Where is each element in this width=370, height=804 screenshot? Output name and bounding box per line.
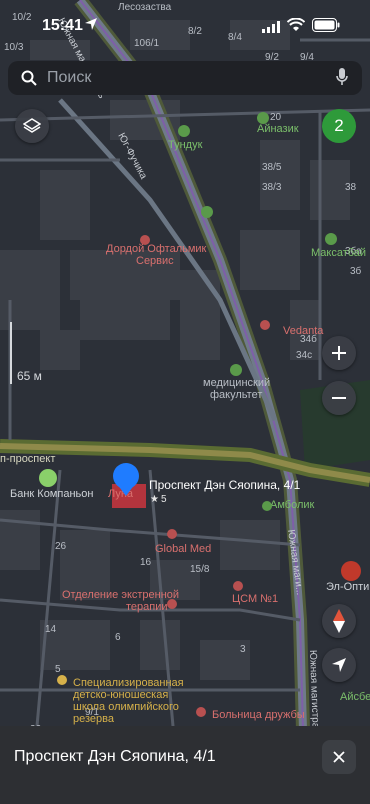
signal-icon — [262, 21, 280, 33]
label-olimp-2: детско-юношеская — [73, 689, 168, 701]
label-emergency-2: терапии — [126, 601, 168, 613]
label-house: 38/3 — [262, 182, 282, 193]
compass-icon — [333, 609, 345, 633]
search-icon — [21, 70, 37, 86]
close-button[interactable] — [322, 740, 356, 774]
selected-place-rating: 5 — [161, 494, 167, 505]
search-bar[interactable]: Поиск — [8, 61, 362, 95]
label-olimp-1: Специализированная — [73, 677, 184, 689]
label-maxatbay: Максатбай — [311, 247, 366, 259]
label-house: 20 — [270, 112, 282, 123]
label-house: 14 — [45, 624, 57, 635]
navigation-arrow-icon — [332, 658, 346, 672]
selected-place-name: Проспект Дэн Сяопина, 4/1 — [149, 478, 301, 492]
label-house: 5 — [55, 664, 61, 675]
scale-label: 65 м — [17, 369, 42, 383]
label-tundyk: Тундук — [168, 139, 203, 151]
label-house: 15/8 — [190, 564, 210, 575]
status-time: 15:41 — [42, 17, 83, 34]
battery-icon — [312, 18, 340, 32]
layers-icon — [23, 118, 41, 133]
label-ambolik: Амболик — [270, 499, 315, 511]
compass-button[interactable] — [322, 604, 356, 638]
label-ainazik: Айназик — [257, 123, 299, 135]
label-csm: ЦСМ №1 — [232, 593, 278, 605]
status-bar: 15:41 — [0, 0, 370, 52]
label-eloptik: Эл-Оптик — [326, 581, 370, 593]
label-house: 38/5 — [262, 162, 282, 173]
rating-star-icon: ★ — [150, 494, 159, 505]
my-location-button[interactable] — [322, 648, 356, 682]
close-icon — [333, 751, 345, 763]
label-bank: Банк Компаньон — [10, 488, 93, 500]
label-olimp-3: школа олимпийского — [73, 701, 179, 713]
label-aisbek: Айсбе — [340, 691, 370, 703]
label-house: 34с — [296, 350, 312, 361]
label-globalmed: Global Med — [155, 543, 211, 555]
layers-button[interactable] — [15, 109, 49, 143]
label-house: 6 — [115, 632, 121, 643]
label-friendship: Больница дружбы — [212, 709, 305, 721]
label-house: 3 — [240, 644, 246, 655]
label-dordoi: Дордой Офтальмик — [106, 243, 207, 255]
label-medfac-2: факультет — [210, 389, 262, 401]
label-house: 26 — [55, 541, 67, 552]
scale-bar — [10, 322, 12, 384]
zoom-in-button[interactable] — [322, 336, 356, 370]
location-arrow-icon — [85, 18, 97, 30]
label-dordoi-2: Сервис — [136, 255, 174, 267]
bottom-sheet: Проспект Дэн Сяопина, 4/1 — [0, 726, 370, 804]
label-vedanta: Vedanta — [283, 325, 324, 337]
wifi-icon — [287, 18, 305, 31]
label-house: 38 — [345, 182, 357, 193]
map-view[interactable]: Лесозаства 106/1 8/2 8/4 9/2 9/4 10/3 10… — [0, 0, 370, 804]
minus-icon — [332, 397, 346, 399]
bottom-sheet-title: Проспект Дэн Сяопина, 4/1 — [14, 748, 216, 765]
label-emergency-1: Отделение экстренной — [62, 589, 179, 601]
label-house: 16 — [140, 557, 152, 568]
label-olimp-4: резерва — [73, 713, 115, 725]
notification-badge[interactable]: 2 — [322, 109, 356, 143]
label-medfac-1: медицинский — [203, 377, 270, 389]
label-house: 3б — [350, 265, 362, 277]
plus-icon — [332, 346, 346, 360]
microphone-icon[interactable] — [336, 68, 348, 87]
zoom-out-button[interactable] — [322, 381, 356, 415]
search-input[interactable]: Поиск — [47, 69, 91, 87]
label-avenue: п-проспект — [0, 453, 55, 465]
